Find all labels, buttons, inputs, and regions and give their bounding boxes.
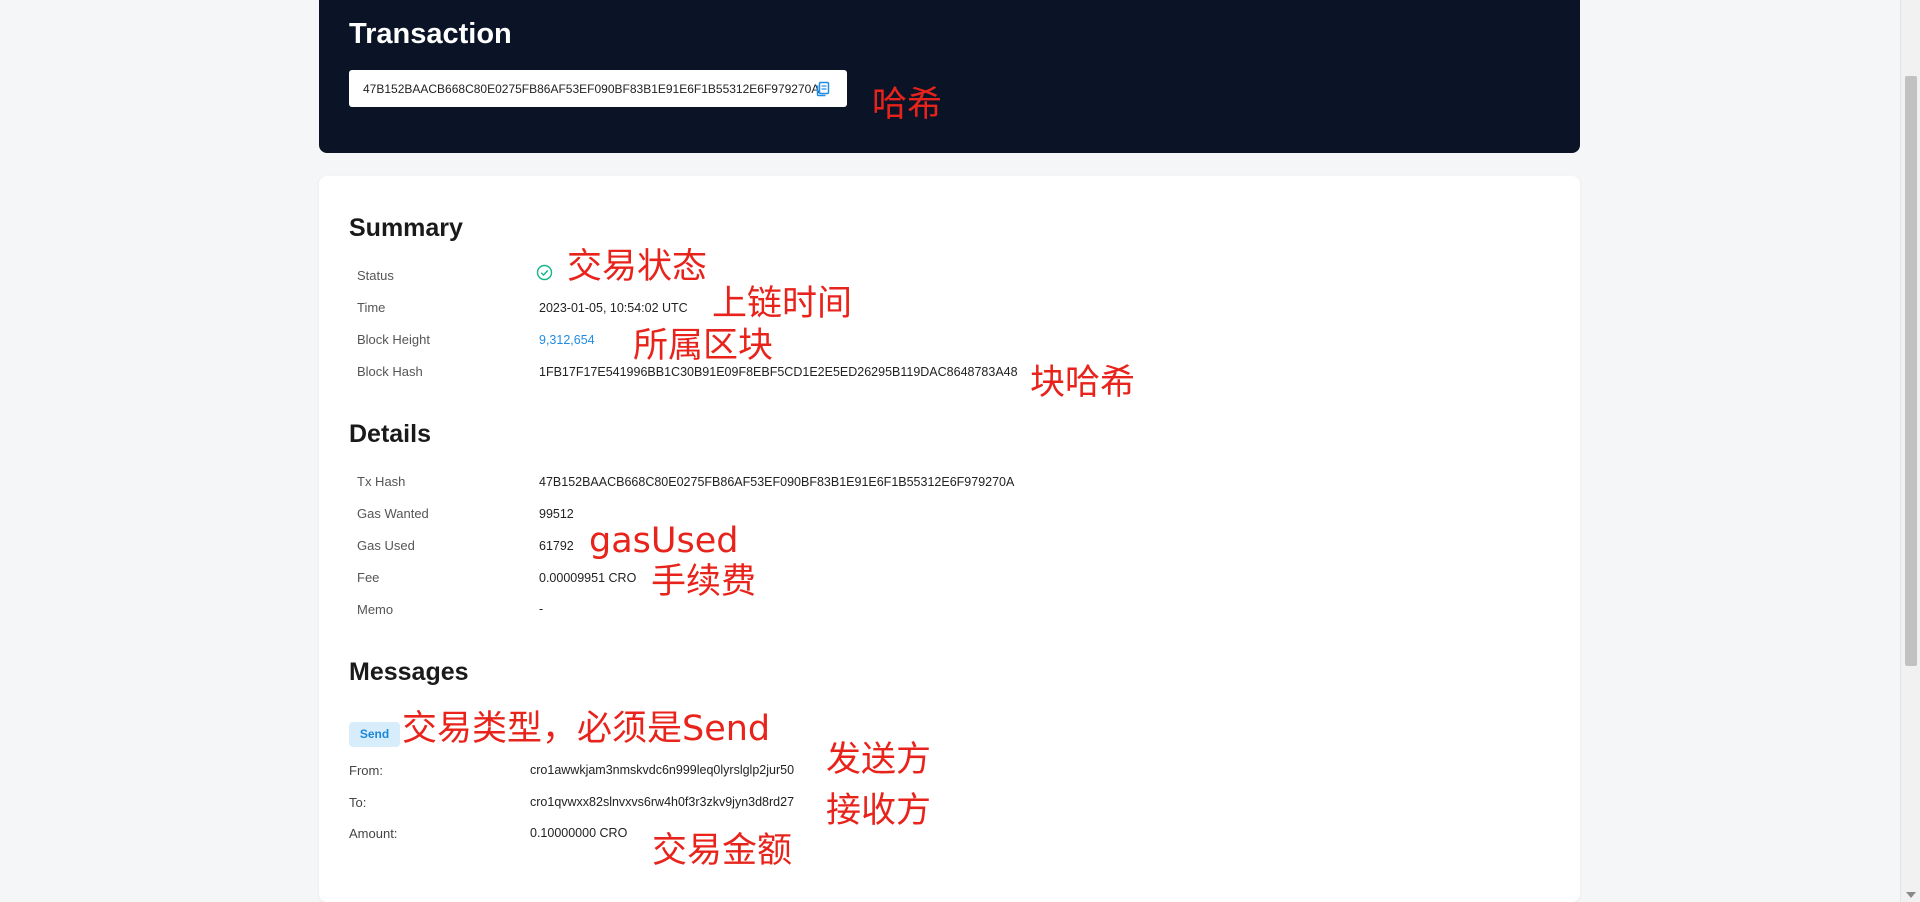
summary-title: Summary [349, 214, 463, 242]
block-height-link[interactable]: 9,312,654 [539, 333, 595, 347]
transaction-page: Transaction 47B152BAACB668C80E0275FB86AF… [0, 0, 1920, 902]
annotation-time: 上链时间 [712, 284, 853, 324]
fee-value: 0.00009951 CRO [539, 571, 637, 585]
annotation-hash: 哈希 [872, 85, 943, 125]
gas-wanted-label: Gas Wanted [357, 506, 429, 521]
details-title: Details [349, 420, 431, 448]
from-address-link[interactable]: cro1awwkjam3nmskvdc6n999leq0lyrslglp2jur… [530, 763, 794, 777]
tx-hash-label: Tx Hash [357, 474, 406, 489]
time-value: 2023-01-05, 10:54:02 UTC [539, 301, 688, 315]
annotation-block-hash: 块哈希 [1030, 363, 1136, 403]
status-label: Status [357, 268, 394, 283]
tx-hash-box: 47B152BAACB668C80E0275FB86AF53EF090BF83B… [349, 70, 847, 107]
annotation-to: 接收方 [826, 791, 932, 831]
amount-value: 0.10000000 CRO [530, 826, 628, 840]
memo-label: Memo [357, 602, 394, 617]
transaction-header: Transaction 47B152BAACB668C80E0275FB86AF… [319, 0, 1580, 153]
block-height-label: Block Height [357, 332, 430, 347]
from-label: From: [349, 763, 383, 778]
annotation-fee: 手续费 [651, 562, 757, 602]
annotation-from: 发送方 [826, 740, 932, 780]
vertical-scrollbar[interactable] [1900, 0, 1920, 902]
annotation-gas-used: gasUsed [589, 521, 739, 561]
check-circle-icon [536, 264, 553, 281]
amount-label: Amount: [349, 826, 398, 841]
gas-wanted-value: 99512 [539, 507, 574, 521]
transaction-detail-card: Summary Status Time 2023-01-05, 10:54:02… [319, 176, 1580, 902]
memo-value: - [539, 602, 544, 616]
scroll-down-arrow-icon[interactable] [1906, 892, 1916, 898]
time-label: Time [357, 300, 386, 315]
messages-title: Messages [349, 658, 469, 686]
page-title: Transaction [349, 18, 512, 50]
annotation-status: 交易状态 [567, 247, 708, 287]
fee-label: Fee [357, 570, 380, 585]
annotation-amount: 交易金额 [652, 831, 793, 871]
block-hash-label: Block Hash [357, 364, 423, 379]
copy-icon[interactable] [814, 80, 832, 98]
to-label: To: [349, 795, 367, 810]
annotation-block: 所属区块 [633, 326, 774, 366]
block-hash-value: 1FB17F17E541996BB1C30B91E09F8EBF5CD1E2E5… [539, 365, 1018, 379]
tx-hash-value: 47B152BAACB668C80E0275FB86AF53EF090BF83B… [539, 475, 1015, 489]
message-type-badge[interactable]: Send [349, 722, 400, 747]
tx-hash-text: 47B152BAACB668C80E0275FB86AF53EF090BF83B… [363, 82, 820, 96]
to-address-link[interactable]: cro1qvwxx82slnvxvs6rw4h0f3r3zkv9jyn3d8rd… [530, 795, 794, 809]
gas-used-value: 61792 [539, 539, 574, 553]
annotation-type: 交易类型，必须是Send [402, 709, 771, 749]
gas-used-label: Gas Used [357, 538, 415, 553]
scrollbar-thumb[interactable] [1905, 76, 1917, 666]
